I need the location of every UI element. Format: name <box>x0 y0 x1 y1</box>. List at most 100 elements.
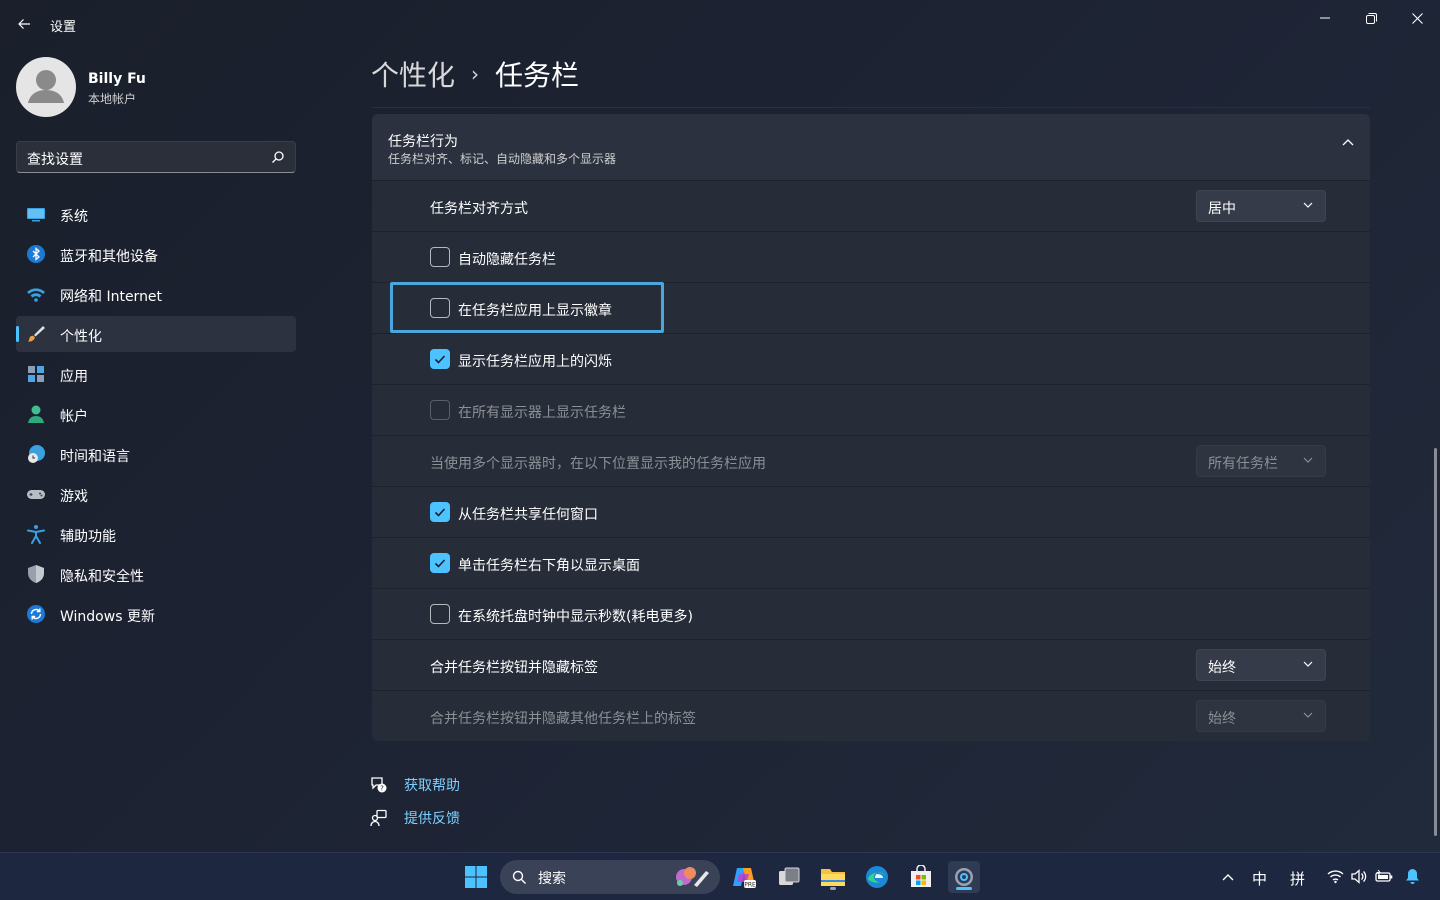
sidebar-item-network[interactable]: 网络和 Internet <box>16 276 296 312</box>
sidebar-item-gaming[interactable]: 游戏 <box>16 476 296 512</box>
multi-display-row: 当使用多个显示器时，在以下位置显示我的任务栏应用 所有任务栏 <box>372 435 1370 486</box>
sidebar-item-label: 时间和语言 <box>60 449 130 465</box>
store-taskbar-icon[interactable] <box>905 861 937 893</box>
folder-icon <box>821 869 845 886</box>
running-indicator <box>830 887 836 890</box>
search-highlight-icon <box>676 867 709 887</box>
sidebar-item-label: Windows 更新 <box>60 609 155 625</box>
close-icon <box>1411 12 1423 24</box>
link-label[interactable]: 提供反馈 <box>404 808 460 828</box>
title-bar: 设置 <box>0 0 1440 48</box>
ime-mode-indicator[interactable]: 拼 <box>1290 868 1305 889</box>
sidebar-item-label: 个性化 <box>60 329 102 345</box>
show-desktop-checkbox[interactable] <box>430 553 450 573</box>
combine-buttons-dropdown[interactable]: 始终 <box>1196 649 1326 681</box>
settings-taskbar-icon[interactable] <box>948 861 980 893</box>
notification-bell-icon[interactable] <box>1405 868 1420 885</box>
brush-icon <box>28 326 45 342</box>
copilot-taskbar-icon[interactable]: PRE <box>728 861 760 893</box>
share-window-checkbox[interactable] <box>430 502 450 522</box>
sidebar-item-windows-update[interactable]: Windows 更新 <box>16 596 296 632</box>
back-button[interactable] <box>10 12 38 36</box>
person-silhouette-icon <box>28 70 64 103</box>
start-button[interactable] <box>460 861 492 893</box>
wifi-icon[interactable] <box>1327 869 1344 884</box>
sidebar-item-label: 应用 <box>60 369 88 385</box>
auto-hide-checkbox[interactable] <box>430 247 450 267</box>
checkmark-icon <box>434 355 446 364</box>
gear-icon <box>955 868 973 886</box>
taskbar-search-label: 搜索 <box>538 871 566 887</box>
sidebar-item-personalization[interactable]: 个性化 <box>16 316 296 352</box>
get-help-link[interactable]: ? 获取帮助 <box>370 774 460 796</box>
person-icon <box>28 405 44 423</box>
alignment-row: 任务栏对齐方式 居中 <box>372 180 1370 231</box>
all-displays-checkbox[interactable] <box>430 400 450 420</box>
close-button[interactable] <box>1394 4 1440 32</box>
sidebar-item-time-language[interactable]: 时间和语言 <box>16 436 296 472</box>
checkbox-label[interactable]: 在系统托盘时钟中显示秒数(耗电更多) <box>458 606 693 626</box>
sidebar-item-accessibility[interactable]: 辅助功能 <box>16 516 296 552</box>
file-explorer-taskbar-icon[interactable] <box>817 861 849 893</box>
copilot-icon: PRE <box>733 868 756 889</box>
taskbar: 搜索 PRE 中 拼 <box>0 852 1440 900</box>
row-label: 当使用多个显示器时，在以下位置显示我的任务栏应用 <box>430 456 766 472</box>
avatar[interactable] <box>16 57 76 117</box>
checkbox-label[interactable]: 从任务栏共享任何窗口 <box>458 504 598 524</box>
settings-window: 设置 Billy Fu 本地帐户 查找设置 系统 蓝牙和其他设备 网络和 Int… <box>0 0 1440 852</box>
sidebar-item-bluetooth[interactable]: 蓝牙和其他设备 <box>16 236 296 272</box>
section-subtitle: 任务栏对齐、标记、自动隐藏和多个显示器 <box>388 152 617 166</box>
breadcrumb-parent[interactable]: 个性化 <box>371 54 455 94</box>
windows-logo-icon <box>465 866 487 888</box>
checkbox-label: 在所有显示器上显示任务栏 <box>458 405 626 421</box>
combine-other-dropdown[interactable]: 始终 <box>1196 700 1326 732</box>
breadcrumb: 个性化 › 任务栏 <box>371 54 579 94</box>
sidebar-item-privacy[interactable]: 隐私和安全性 <box>16 556 296 592</box>
volume-icon[interactable] <box>1351 869 1368 884</box>
chevron-down-icon <box>1303 661 1313 667</box>
selected-indicator <box>16 326 19 342</box>
chevron-down-icon <box>1303 202 1313 208</box>
checkbox-label[interactable]: 单击任务栏右下角以显示桌面 <box>458 555 640 575</box>
share-window-row: 从任务栏共享任何窗口 <box>372 486 1370 537</box>
taskbar-behaviors-header[interactable]: 任务栏行为 任务栏对齐、标记、自动隐藏和多个显示器 <box>372 114 1370 180</box>
sidebar-item-label: 辅助功能 <box>60 529 116 545</box>
checkbox-label[interactable]: 显示任务栏应用上的闪烁 <box>458 351 612 371</box>
task-view-icon <box>779 867 800 885</box>
accessibility-icon <box>27 525 45 544</box>
help-chat-icon: ? <box>371 777 387 793</box>
taskbar-search[interactable]: 搜索 <box>500 860 720 894</box>
checkbox-label[interactable]: 自动隐藏任务栏 <box>458 249 556 269</box>
breadcrumb-separator: › <box>471 62 480 86</box>
edge-icon <box>866 866 888 888</box>
sidebar-item-label: 系统 <box>60 209 88 225</box>
row-label: 合并任务栏按钮并隐藏其他任务栏上的标签 <box>430 711 696 727</box>
alignment-dropdown[interactable]: 居中 <box>1196 190 1326 222</box>
flashing-checkbox[interactable] <box>430 349 450 369</box>
sidebar-item-label: 游戏 <box>60 489 88 505</box>
battery-icon[interactable] <box>1375 869 1393 884</box>
chevron-up-icon[interactable] <box>1222 873 1234 881</box>
clock-seconds-checkbox[interactable] <box>430 604 450 624</box>
edge-taskbar-icon[interactable] <box>861 861 893 893</box>
sidebar-item-label: 帐户 <box>60 409 88 425</box>
sidebar-item-apps[interactable]: 应用 <box>16 356 296 392</box>
ime-language-indicator[interactable]: 中 <box>1252 868 1267 889</box>
combine-buttons-row: 合并任务栏按钮并隐藏标签 始终 <box>372 639 1370 690</box>
minimize-icon <box>1320 17 1330 19</box>
search-input[interactable]: 查找设置 <box>16 141 296 173</box>
checkmark-icon <box>434 508 446 517</box>
task-view-taskbar-icon[interactable] <box>773 861 805 893</box>
restore-button[interactable] <box>1348 4 1394 32</box>
sidebar-item-accounts[interactable]: 帐户 <box>16 396 296 432</box>
checkmark-icon <box>434 559 446 568</box>
auto-hide-row: 自动隐藏任务栏 <box>372 231 1370 282</box>
profile-name: Billy Fu <box>88 71 146 87</box>
link-label[interactable]: 获取帮助 <box>404 775 460 795</box>
minimize-button[interactable] <box>1302 4 1348 32</box>
search-icon <box>512 870 526 884</box>
multi-display-dropdown[interactable]: 所有任务栏 <box>1196 445 1326 477</box>
feedback-link[interactable]: 提供反馈 <box>370 807 460 829</box>
sidebar-item-system[interactable]: 系统 <box>16 196 296 232</box>
scrollbar[interactable] <box>1434 448 1437 836</box>
